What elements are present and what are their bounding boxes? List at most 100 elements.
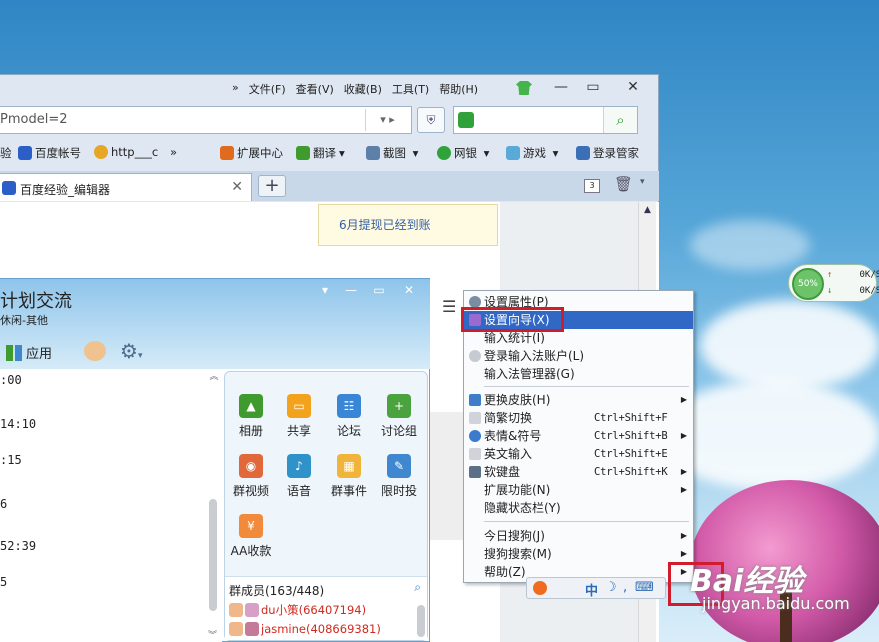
shield-icon[interactable]: ⛨ [417,107,445,133]
member-item[interactable]: du小策(66407194) [229,602,366,618]
app-group-event[interactable]: ▦ 群事件 [327,454,371,499]
app-group-video[interactable]: ◉ 群视频 [229,454,273,499]
ime-status-bar[interactable]: 中 ☽ , ⌨ [526,577,666,599]
menu-item-today-sogou[interactable]: 今日搜狗(J) ▶ [464,527,693,545]
menu-divider [484,386,689,387]
app-aa-payment[interactable]: ¥ AA收款 [229,514,273,559]
translate-icon [296,146,310,160]
fav-netbank[interactable]: 网银 ▾ [437,145,489,161]
fav-translate[interactable]: 翻译 ▾ [296,145,345,161]
qq-menu-icon[interactable]: ▾ [314,282,336,298]
chat-time: :15 [0,453,22,467]
list-icon[interactable]: ☰ [442,297,456,316]
qq-close-button[interactable]: ✕ [398,282,420,298]
skin-icon [469,394,481,406]
microphone-icon: ♪ [287,454,311,478]
apps-label: 应用 [26,347,53,362]
menu-label: 搜狗搜索(M) [484,547,552,561]
trash-icon[interactable]: 🗑 [614,175,633,193]
menu-item-change-skin[interactable]: 更换皮肤(H) ▶ [464,391,693,409]
menu-shortcut: Ctrl+Shift+B [594,430,668,442]
vote-icon: ✎ [387,454,411,478]
maximize-button[interactable]: ▭ [578,75,608,99]
notice-banner[interactable]: 6月提现已经到账 [318,204,498,246]
app-voice[interactable]: ♪ 语音 [277,454,321,499]
app-label: 语音 [286,484,311,498]
menu-item-login-account[interactable]: 登录输入法账户(L) [464,347,693,365]
app-timed-vote[interactable]: ✎ 限时投 [377,454,421,499]
search-icon[interactable]: ⌕ [603,107,637,133]
menu-item-hide-statusbar[interactable]: 隐藏状态栏(Y) [464,499,693,517]
fav-screenshot[interactable]: 截图 ▾ [366,145,418,161]
ime-mode: 中 [585,584,599,599]
app-forum[interactable]: ☷ 论坛 [327,394,371,439]
qq-minimize-button[interactable]: — [340,282,362,298]
menu-item-extensions[interactable]: 扩展功能(N) ▶ [464,481,693,499]
watermark-url: jingyan.baidu.com [702,594,850,613]
fav-extension-center[interactable]: 扩展中心 [220,145,283,161]
fav-games[interactable]: 游戏 ▾ [506,145,558,161]
search-icon[interactable]: ⌕ [414,580,421,595]
skin-shirt-icon[interactable] [516,81,532,95]
member-avatar [229,603,243,617]
search-box[interactable]: ⌕ [453,106,638,134]
chat-scroll-thumb[interactable] [209,499,217,611]
app-label: 相册 [238,424,263,438]
app-album[interactable]: ▲ 相册 [229,394,273,439]
close-button[interactable]: ✕ [618,75,648,99]
menu-item-simp-trad[interactable]: 简繁切换 Ctrl+Shift+F [464,409,693,427]
fav-item[interactable]: 验 [0,145,12,161]
chat-scrollbar[interactable]: ︽ ︾ [206,369,222,642]
address-bar[interactable]: Pmodel=2 ▾ ▸ [0,106,412,134]
tab-close-icon[interactable]: ✕ [231,179,243,195]
add-member-icon[interactable] [84,341,106,361]
scroll-up-icon[interactable]: ▲ [639,205,656,215]
fav-login-manager[interactable]: 登录管家 [576,145,639,161]
app-label: 论坛 [336,424,361,438]
qq-maximize-button[interactable]: ▭ [368,282,390,298]
network-speed-widget[interactable]: 50% ↑ 0K/S ↓ 0K/S [788,264,879,302]
member-item[interactable]: jasmine(408669381) [229,622,381,636]
submenu-arrow-icon: ▶ [680,395,687,404]
fav-baidu-account[interactable]: 百度帐号 [18,145,81,161]
punctuation-icon[interactable]: , [623,580,627,595]
menu-view[interactable]: 查看(V) [296,81,334,97]
netbank-icon [437,146,451,160]
member-list: 群成员(163/448) ⌕ du小策(66407194) jasmine(40… [225,576,427,640]
key-icon [576,146,590,160]
menu-item-sogou-search[interactable]: 搜狗搜索(M) ▶ [464,545,693,563]
qq-apps-button[interactable]: 应用 [6,343,52,362]
screenshot-icon [366,146,380,160]
chevron-down-icon[interactable]: ▾ [640,177,645,187]
scroll-down-icon[interactable]: ︾ [208,628,217,641]
menu-item-soft-keyboard[interactable]: 软键盘 Ctrl+Shift+K ▶ [464,463,693,481]
menu-help[interactable]: 帮助(H) [439,81,478,97]
app-share[interactable]: ▭ 共享 [277,394,321,439]
member-scroll-thumb[interactable] [417,605,425,637]
app-discussion[interactable]: + 讨论组 [377,394,421,439]
menu-item-english[interactable]: 英文输入 Ctrl+Shift+E [464,445,693,463]
menu-item-emoji[interactable]: 表情&符号 Ctrl+Shift+B ▶ [464,427,693,445]
down-arrow-icon: ↓ [827,286,833,296]
minimize-button[interactable]: — [546,75,576,99]
tab-baidu-editor[interactable]: 百度经验_编辑器 ✕ [0,173,252,201]
keyboard-icon[interactable]: ⌨ [635,580,654,595]
fav-http[interactable]: http___c [94,145,158,159]
menu-more[interactable]: » [232,81,239,97]
search-engine-icon[interactable] [458,112,474,128]
moon-icon[interactable]: ☽ [605,580,617,595]
menu-file[interactable]: 文件(F) [249,81,286,97]
chat-history[interactable]: :00 14:10 :15 6 52:39 5 ︽ ︾ [0,369,222,642]
new-tab-button[interactable]: + [258,175,286,197]
member-name: du小策(66407194) [261,603,367,617]
fav-more[interactable]: » [170,145,177,159]
fav-label: 网银 [454,146,477,160]
gear-icon[interactable]: ⚙▾ [120,339,142,363]
menu-tools[interactable]: 工具(T) [392,81,429,97]
menu-favorites[interactable]: 收藏(B) [344,81,382,97]
address-dropdown-go[interactable]: ▾ ▸ [365,109,409,131]
tab-count-icon[interactable]: 3 [584,179,600,193]
scroll-up-icon[interactable]: ︽ [206,369,222,382]
menu-item-ime-manager[interactable]: 输入法管理器(G) [464,365,693,383]
member-avatar [229,622,243,636]
